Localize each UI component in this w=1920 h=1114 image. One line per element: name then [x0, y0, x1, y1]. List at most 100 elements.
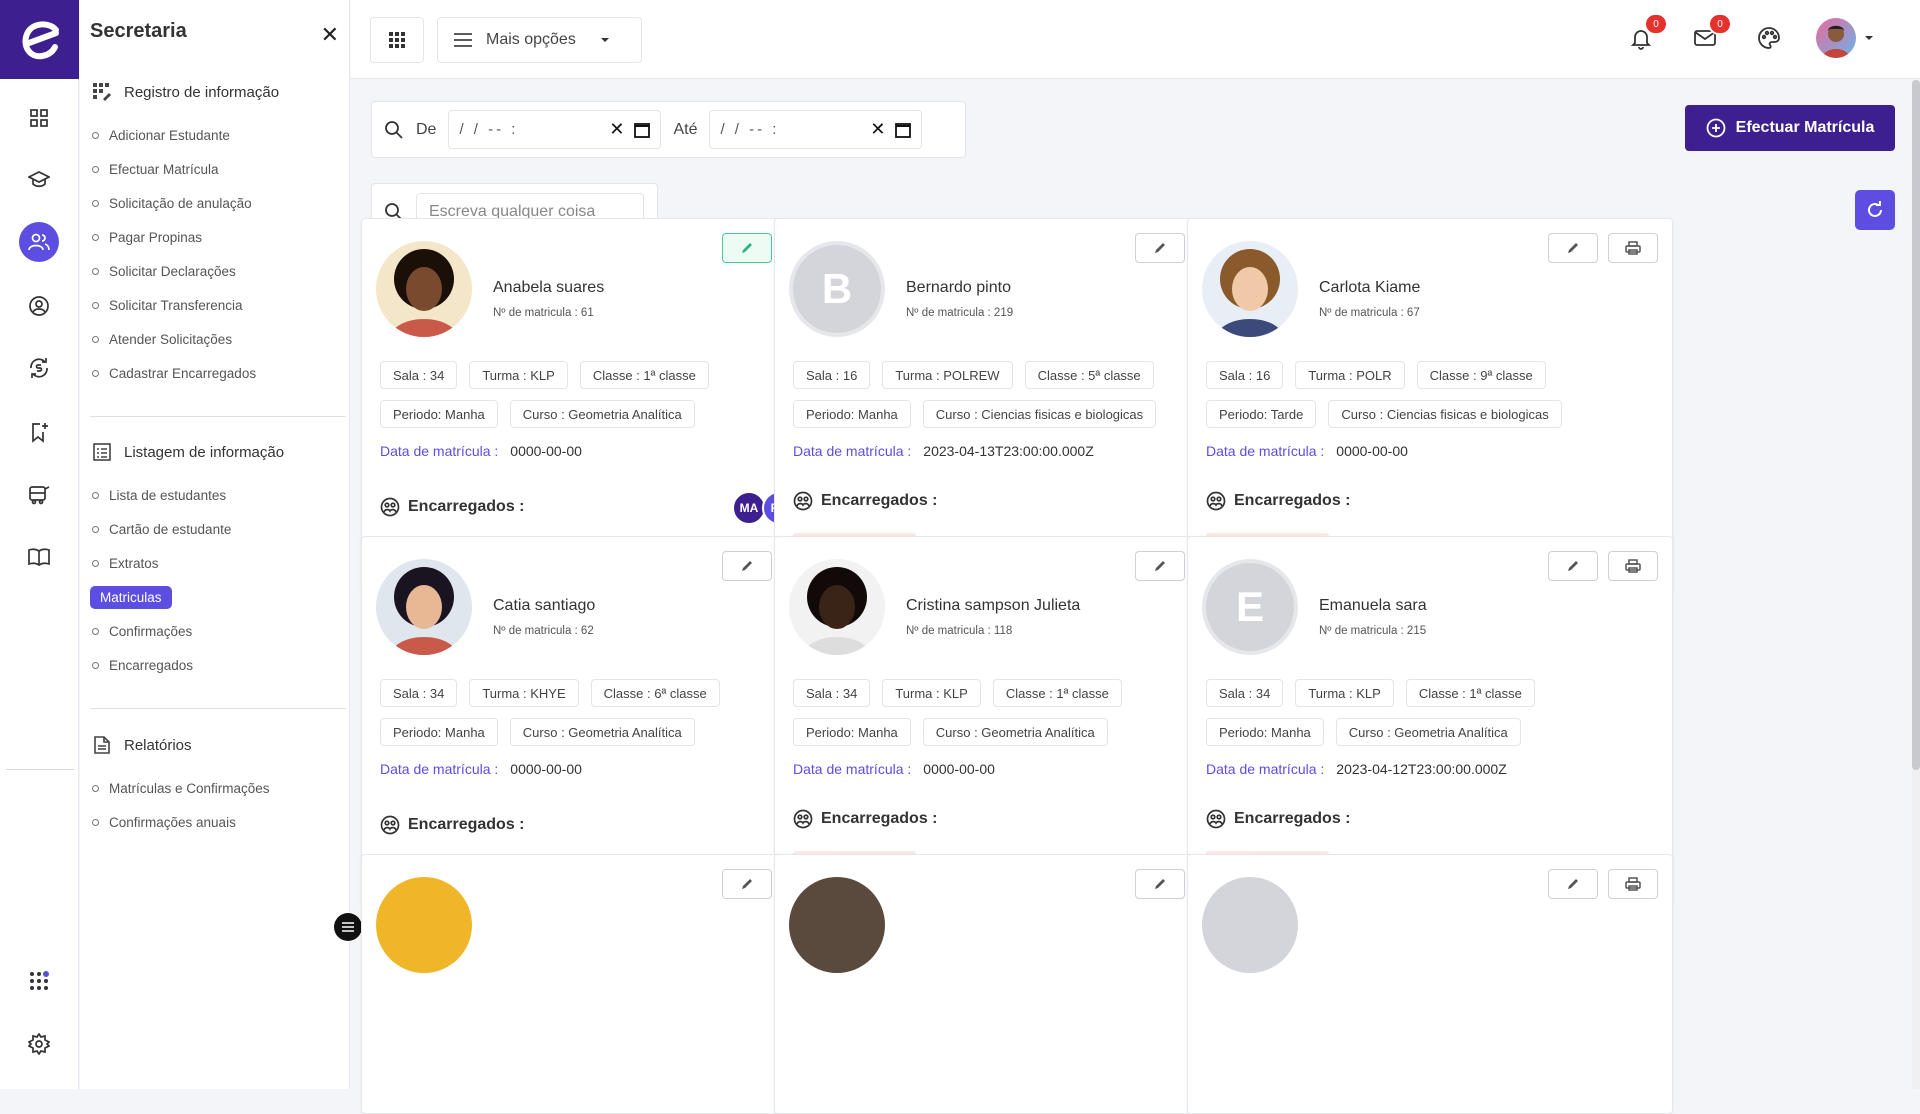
- edit-button[interactable]: [1548, 233, 1598, 263]
- print-button[interactable]: [1608, 869, 1658, 899]
- sidebar-item-label: Matrículas e Confirmações: [109, 780, 270, 796]
- guardians-icon: [793, 809, 813, 829]
- section-header-listagem[interactable]: Listagem de informação: [92, 440, 342, 464]
- course-chip: Curso : Geometria Analítica: [922, 718, 1108, 746]
- user-avatar: [1816, 18, 1856, 58]
- refresh-button[interactable]: [1855, 190, 1895, 230]
- class-chips: Sala : 16 Turma : POLREW Classe : 5ª class…: [793, 361, 1154, 389]
- notifications-badge: 0: [1646, 15, 1666, 33]
- section-items: Lista de estudantes Cartão de estudante Ex…: [90, 478, 342, 682]
- sidebar-item[interactable]: Adicionar Estudante: [92, 118, 342, 152]
- app-logo[interactable]: [0, 0, 79, 79]
- student-photo: [789, 559, 885, 655]
- dashboard-icon[interactable]: [19, 98, 59, 138]
- grade-chip: Classe : 1ª classe: [1405, 679, 1535, 707]
- course-chip: Curso : Geometria Analítica: [509, 400, 695, 428]
- bullet-icon: [92, 165, 99, 173]
- sidebar-item[interactable]: Solicitar Declarações: [92, 254, 342, 288]
- enroll-button[interactable]: Efectuar Matrícula: [1685, 105, 1895, 151]
- pencil-icon: [742, 879, 752, 889]
- calendar-icon[interactable]: [634, 122, 651, 138]
- edit-button[interactable]: [722, 233, 772, 263]
- apps-grid-icon: [389, 32, 405, 48]
- palette-icon: [1758, 27, 1780, 49]
- apps-icon[interactable]: [19, 961, 59, 1001]
- edit-button[interactable]: [1135, 869, 1185, 899]
- sidebar-item[interactable]: Matriculas: [90, 580, 342, 614]
- bookmark-add-icon[interactable]: [19, 412, 59, 452]
- scrollbar-thumb[interactable]: [1912, 80, 1920, 770]
- guardians-icon: [380, 815, 400, 835]
- close-icon[interactable]: ✕: [321, 22, 339, 48]
- book-open-icon[interactable]: [19, 537, 59, 577]
- section-header-relatorios[interactable]: Relatórios: [92, 733, 342, 757]
- course-chips: Periodo: Manha Curso : Geometria Analític…: [380, 400, 695, 428]
- sidebar-item[interactable]: Solicitação de anulação: [92, 186, 342, 220]
- settings-icon[interactable]: [19, 1024, 59, 1064]
- sidebar-item-label: Cadastrar Encarregados: [109, 365, 257, 381]
- student-avatar-letter: E: [1202, 559, 1298, 655]
- course-chip: Curso : Ciencias fisicas e biologicas: [1328, 400, 1562, 428]
- print-button[interactable]: [1608, 551, 1658, 581]
- enrollment-date-value: 0000-00-00: [510, 761, 582, 777]
- graduation-cap-icon[interactable]: [19, 160, 59, 200]
- to-date-input[interactable]: / / -- : ✕: [709, 110, 923, 149]
- enrollment-date-label: Data de matrícula :: [793, 443, 912, 459]
- pencil-icon: [1568, 879, 1578, 889]
- sidebar-item[interactable]: Atender Solicitações: [92, 322, 342, 356]
- apps-grid-button[interactable]: [370, 17, 424, 63]
- sidebar-item[interactable]: Extratos: [92, 546, 342, 580]
- sidebar-item-label: Confirmações: [109, 623, 193, 639]
- edit-button[interactable]: [1135, 551, 1185, 581]
- enrollment-date-label: Data de matrícula :: [1206, 761, 1325, 777]
- print-button[interactable]: [1608, 233, 1658, 263]
- users-icon[interactable]: [19, 222, 59, 262]
- student-photo: [789, 877, 885, 973]
- user-circle-icon[interactable]: [19, 286, 59, 326]
- room-chip: Sala : 34: [1206, 679, 1284, 707]
- section-listagem: Listagem de informação Lista de estudant…: [90, 440, 342, 682]
- money-exchange-icon[interactable]: [19, 348, 59, 388]
- notifications-button[interactable]: 0: [1624, 15, 1666, 55]
- sidebar-item[interactable]: Confirmações: [92, 614, 342, 648]
- user-menu[interactable]: [1816, 18, 1874, 58]
- guardian-avatar[interactable]: MA: [732, 491, 766, 525]
- sidebar-item[interactable]: Lista de estudantes: [92, 478, 342, 512]
- clear-icon[interactable]: ✕: [609, 119, 624, 140]
- card-actions: [1548, 551, 1658, 581]
- enrollment-date-value: 0000-00-00: [923, 761, 995, 777]
- to-label: Até: [673, 120, 698, 138]
- guardians-label: Encarregados :: [1234, 810, 1351, 827]
- calendar-icon[interactable]: [895, 122, 912, 138]
- sidebar-item[interactable]: Matrículas e Confirmações: [92, 771, 342, 805]
- theme-palette-button[interactable]: [1752, 21, 1786, 55]
- student-photo: [1202, 877, 1298, 973]
- edit-button[interactable]: [722, 869, 772, 899]
- sidebar-item[interactable]: Solicitar Transferencia: [92, 288, 342, 322]
- course-chips: Periodo: Manha Curso : Geometria Analític…: [1206, 718, 1521, 746]
- sidebar-item[interactable]: Encarregados: [92, 648, 342, 682]
- sidebar-divider: [90, 416, 346, 417]
- pencil-icon: [742, 561, 752, 571]
- period-chip: Periodo: Manha: [380, 400, 498, 428]
- sidebar-item[interactable]: Efectuar Matrícula: [92, 152, 342, 186]
- section-header-registro[interactable]: Registro de informação: [92, 80, 342, 104]
- icon-rail: [0, 0, 79, 1089]
- messages-button[interactable]: 0: [1688, 15, 1730, 55]
- section-label: Relatórios: [124, 736, 192, 754]
- bus-icon[interactable]: [19, 474, 59, 514]
- from-date-input[interactable]: / / -- : ✕: [448, 110, 662, 149]
- edit-button[interactable]: [1548, 551, 1598, 581]
- edit-button[interactable]: [722, 551, 772, 581]
- clear-icon[interactable]: ✕: [870, 119, 885, 140]
- sidebar-item[interactable]: Confirmações anuais: [92, 805, 342, 839]
- sidebar-item[interactable]: Pagar Propinas: [92, 220, 342, 254]
- edit-button[interactable]: [1548, 869, 1598, 899]
- sidebar-item-label: Atender Solicitações: [109, 331, 233, 347]
- sidebar-item[interactable]: Cartão de estudante: [92, 512, 342, 546]
- edit-button[interactable]: [1135, 233, 1185, 263]
- more-options-dropdown[interactable]: Mais opções: [437, 17, 642, 63]
- to-date-value: / / -- :: [720, 121, 780, 138]
- from-date-value: / / -- :: [459, 121, 519, 138]
- sidebar-item[interactable]: Cadastrar Encarregados: [92, 356, 342, 390]
